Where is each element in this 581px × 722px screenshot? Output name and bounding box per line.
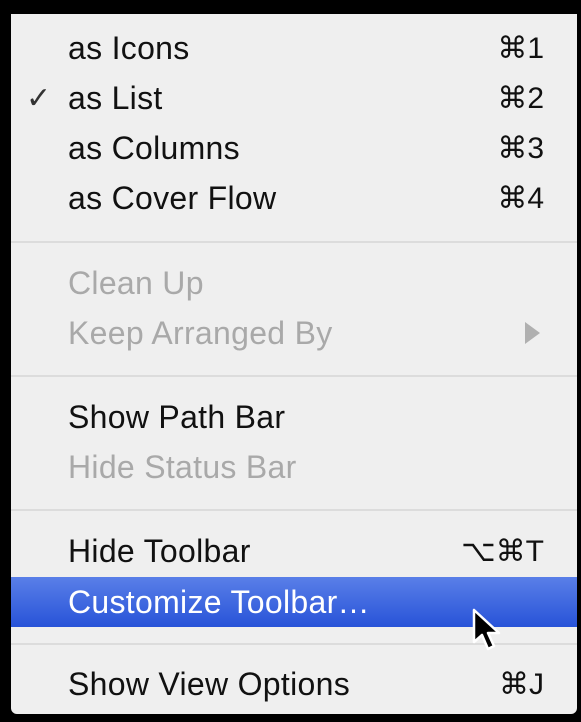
menu-separator: [11, 375, 577, 377]
menu-item-shortcut: ⌘3: [497, 131, 544, 165]
view-menu: as Icons ⌘1 ✓ as List ⌘2 as Columns ⌘3 a…: [11, 14, 577, 714]
menu-item-keep-arranged-by: Keep Arranged By: [11, 308, 577, 358]
menu-item-shortcut: ⌘4: [497, 181, 544, 215]
menu-item-as-columns[interactable]: as Columns ⌘3: [11, 123, 577, 173]
menu-item-shortcut: ⌥⌘T: [461, 534, 544, 568]
menu-item-label: Customize Toolbar…: [68, 583, 370, 620]
menu-item-label: Hide Status Bar: [68, 448, 297, 485]
menu-item-hide-status-bar: Hide Status Bar: [11, 442, 577, 492]
menu-separator: [11, 241, 577, 243]
menu-item-label: Show View Options: [68, 665, 350, 702]
menu-item-shortcut: ⌘1: [497, 31, 544, 65]
menu-item-label: Show Path Bar: [68, 398, 286, 435]
menu-item-show-view-options[interactable]: Show View Options ⌘J: [11, 659, 577, 709]
menu-item-hide-toolbar[interactable]: Hide Toolbar ⌥⌘T: [11, 526, 577, 576]
menu-item-shortcut: ⌘2: [497, 81, 544, 115]
menu-item-label: as Columns: [68, 129, 240, 166]
menu-item-show-path-bar[interactable]: Show Path Bar: [11, 392, 577, 442]
menu-item-label: as Icons: [68, 29, 190, 66]
menu-item-label: as List: [68, 79, 163, 116]
menu-item-as-icons[interactable]: as Icons ⌘1: [11, 23, 577, 73]
menu-item-clean-up: Clean Up: [11, 258, 577, 308]
menu-item-as-cover-flow[interactable]: as Cover Flow ⌘4: [11, 173, 577, 223]
submenu-arrow-icon: [525, 322, 540, 344]
menu-item-shortcut: ⌘J: [499, 667, 544, 701]
menu-separator: [11, 509, 577, 511]
menu-item-label: Clean Up: [68, 264, 204, 301]
menu-item-label: Hide Toolbar: [68, 532, 251, 569]
menu-item-as-list[interactable]: ✓ as List ⌘2: [11, 73, 577, 123]
mouse-pointer-icon: [472, 608, 501, 651]
checkmark-icon: ✓: [26, 81, 52, 115]
menu-item-label: Keep Arranged By: [68, 314, 333, 351]
menu-item-label: as Cover Flow: [68, 179, 277, 216]
